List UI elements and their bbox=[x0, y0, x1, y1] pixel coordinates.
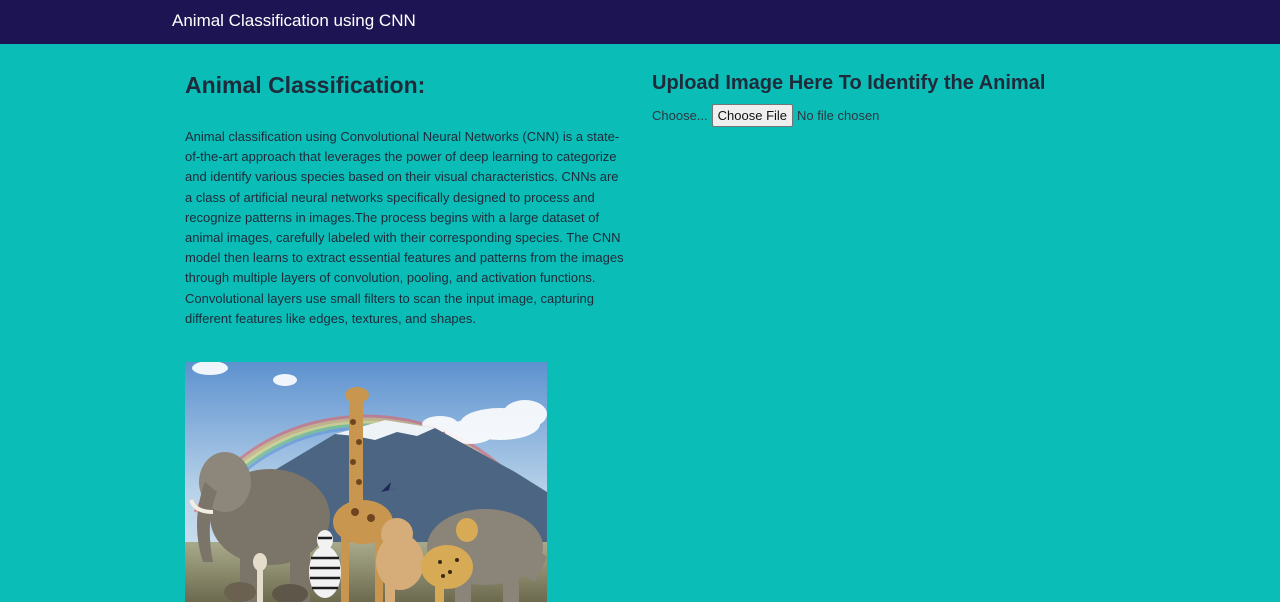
animals-hero-image bbox=[185, 362, 547, 602]
top-navbar: Animal Classification using CNN bbox=[0, 0, 1280, 44]
upload-heading: Upload Image Here To Identify the Animal bbox=[652, 72, 1046, 94]
choose-file-button[interactable]: Choose File bbox=[711, 103, 794, 127]
choose-label: Choose... bbox=[652, 107, 708, 123]
file-upload-control: Choose... Choose File No file chosen bbox=[652, 103, 879, 127]
file-status-text: No file chosen bbox=[797, 107, 880, 123]
intro-description: Animal classification using Convolutiona… bbox=[185, 129, 624, 326]
intro-heading: Animal Classification: bbox=[185, 72, 426, 98]
navbar-brand-link[interactable]: Animal Classification using CNN bbox=[172, 11, 416, 31]
